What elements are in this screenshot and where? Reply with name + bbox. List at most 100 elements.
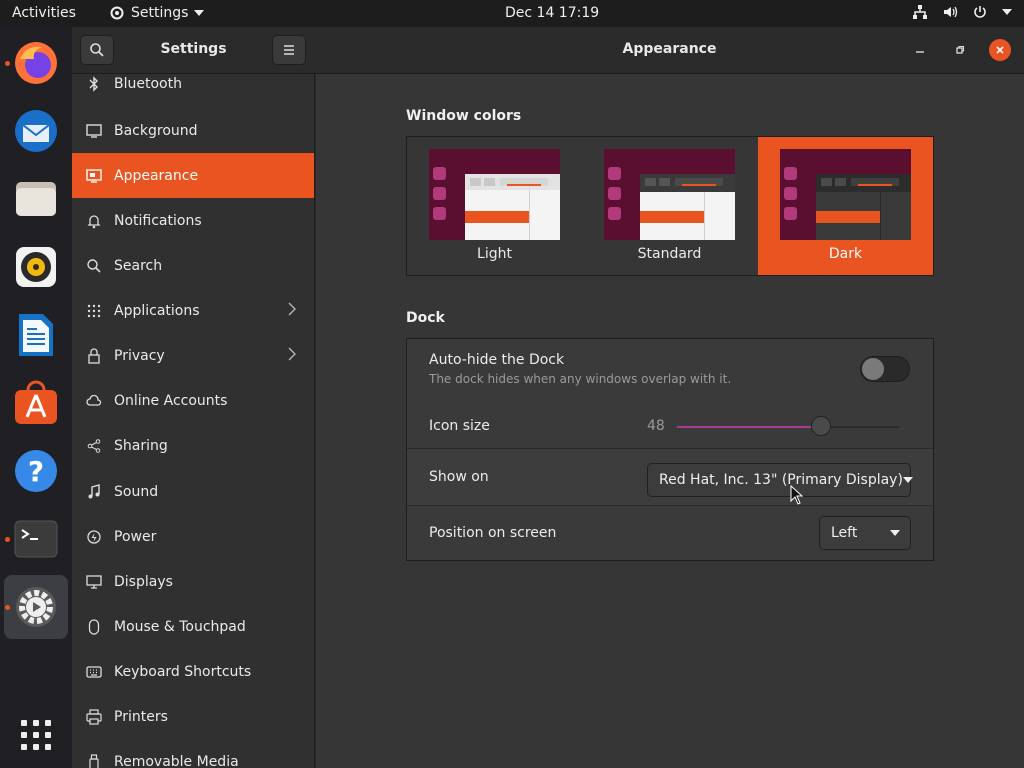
system-tray[interactable]	[912, 4, 1012, 20]
theme-option-standard[interactable]: Standard	[582, 137, 757, 275]
ubuntu-software-icon	[15, 380, 57, 424]
sidebar-item-online-accounts[interactable]: Online Accounts	[72, 378, 314, 423]
sidebar-item-background[interactable]: Background	[72, 108, 314, 153]
share-icon	[72, 438, 114, 453]
volume-icon	[944, 6, 958, 18]
theme-option-label: Standard	[637, 246, 702, 262]
show-apps-icon	[21, 720, 51, 750]
sidebar-item-label: Background	[114, 122, 198, 139]
sidebar-item-removable-media[interactable]: Removable Media	[72, 739, 314, 768]
sidebar-item-sound[interactable]: Sound	[72, 469, 314, 514]
icon-size-value: 48	[647, 418, 665, 434]
content-header: Appearance	[315, 27, 1024, 74]
running-indicator	[5, 61, 10, 66]
icon-size-slider[interactable]	[677, 416, 899, 436]
show-on-value: Red Hat, Inc. 13" (Primary Display)	[659, 472, 903, 488]
minimize-icon	[916, 51, 924, 53]
sidebar-item-applications[interactable]: Applications	[72, 288, 314, 333]
close-icon	[996, 46, 1004, 54]
chevron-down-icon	[890, 530, 900, 536]
slider-fill	[677, 426, 822, 428]
sidebar-item-label: Displays	[114, 573, 173, 590]
hamburger-icon	[284, 45, 294, 55]
standard-theme-preview	[604, 149, 735, 240]
window-colors-heading: Window colors	[406, 108, 522, 124]
sidebar-item-label: Removable Media	[114, 753, 239, 768]
dock-heading: Dock	[406, 310, 445, 326]
close-button[interactable]	[989, 39, 1011, 61]
sidebar-item-privacy[interactable]: Privacy	[72, 333, 314, 378]
sidebar-item-displays[interactable]: Displays	[72, 559, 314, 604]
dock-item-terminal[interactable]	[4, 507, 68, 571]
sidebar-item-label: Notifications	[114, 212, 202, 229]
printer-icon	[72, 708, 114, 725]
show-on-row: Show on Red Hat, Inc. 13" (Primary Displ…	[407, 449, 933, 506]
grid-icon	[72, 304, 114, 318]
help-icon: ?	[15, 450, 57, 492]
theme-option-dark[interactable]: Dark	[758, 137, 933, 275]
activities-button[interactable]: Activities	[12, 5, 76, 21]
dock-item-writer[interactable]	[4, 303, 68, 367]
sidebar-item-label: Privacy	[114, 347, 165, 364]
show-on-label: Show on	[429, 469, 489, 485]
dock-item-firefox[interactable]	[4, 31, 68, 95]
bell-icon	[72, 213, 114, 229]
position-value: Left	[831, 525, 858, 541]
maximize-button[interactable]	[949, 39, 971, 61]
slider-handle[interactable]	[811, 416, 832, 436]
chevron-right-icon	[288, 302, 296, 320]
position-row: Position on screen Left	[407, 506, 933, 560]
dock-item-thunderbird[interactable]	[4, 99, 68, 163]
sidebar-item-label: Sharing	[114, 437, 168, 454]
theme-option-light[interactable]: Light	[407, 137, 582, 275]
sidebar-item-label: Sound	[114, 483, 159, 500]
svg-text:?: ?	[28, 455, 44, 488]
dock: ?	[0, 27, 72, 768]
sidebar-item-keyboard-shortcuts[interactable]: Keyboard Shortcuts	[72, 649, 314, 694]
show-on-dropdown[interactable]: Red Hat, Inc. 13" (Primary Display)	[647, 463, 913, 497]
files-icon	[16, 182, 56, 216]
light-theme-preview	[429, 149, 560, 240]
restore-icon	[956, 45, 965, 54]
appearance-icon	[72, 168, 114, 183]
thunderbird-icon	[15, 110, 57, 152]
dock-item-show-apps[interactable]	[4, 703, 68, 767]
dock-item-files[interactable]	[4, 167, 68, 231]
chevron-right-icon	[288, 347, 296, 365]
sidebar-item-sharing[interactable]: Sharing	[72, 423, 314, 468]
dock-item-software[interactable]	[4, 371, 68, 435]
rhythmbox-icon	[16, 247, 56, 287]
sidebar-item-label: Applications	[114, 302, 200, 319]
theme-option-label: Light	[477, 246, 512, 262]
sidebar-item-search[interactable]: Search	[72, 243, 314, 288]
appearance-panel: Window colors Light Standard Dark Dock A…	[316, 74, 1024, 768]
gear-icon	[110, 6, 124, 20]
clock[interactable]: Dec 14 17:19	[505, 5, 599, 21]
settings-icon	[16, 587, 56, 627]
sidebar-item-mouse-touchpad[interactable]: Mouse & Touchpad	[72, 604, 314, 649]
sidebar-item-bluetooth[interactable]: Bluetooth	[72, 74, 314, 106]
autohide-toggle[interactable]	[860, 356, 910, 382]
music-note-icon	[72, 483, 114, 500]
sidebar-item-label: Keyboard Shortcuts	[114, 663, 252, 680]
sidebar-header: Settings	[72, 27, 315, 74]
sidebar-item-printers[interactable]: Printers	[72, 694, 314, 739]
dock-item-rhythmbox[interactable]	[4, 235, 68, 299]
sidebar-item-label: Search	[114, 257, 163, 274]
position-dropdown[interactable]: Left	[819, 516, 911, 550]
dock-item-settings[interactable]	[4, 575, 68, 639]
dock-item-help[interactable]: ?	[4, 439, 68, 503]
dock-settings-list: Auto-hide the Dock The dock hides when a…	[406, 338, 934, 561]
toggle-knob	[862, 358, 884, 380]
minimize-button[interactable]	[909, 39, 931, 61]
sidebar-item-label: Bluetooth	[114, 75, 182, 92]
terminal-icon	[14, 520, 58, 558]
primary-menu-button[interactable]	[272, 35, 306, 65]
sidebar-item-notifications[interactable]: Notifications	[72, 198, 314, 243]
app-menu[interactable]: Settings	[109, 5, 205, 21]
bluetooth-icon	[72, 75, 114, 92]
sidebar-item-power[interactable]: Power	[72, 514, 314, 559]
display-icon	[72, 574, 114, 589]
sidebar-item-appearance[interactable]: Appearance	[72, 153, 314, 198]
settings-sidebar: Bluetooth Background Appearance Notifica…	[72, 74, 315, 768]
